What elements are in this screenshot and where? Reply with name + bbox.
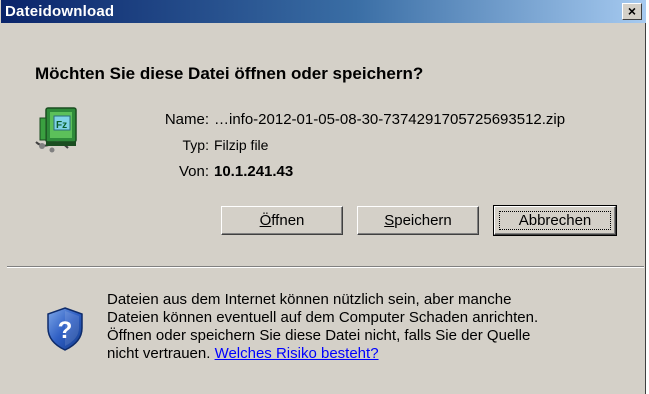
file-name-label: Name: <box>164 111 209 128</box>
shield-question-icon: ? <box>47 307 83 351</box>
focus-rectangle <box>499 211 611 230</box>
save-button-label: peichern <box>394 212 452 229</box>
close-button[interactable]: × <box>622 3 642 20</box>
file-name-row: Name: …info-2012-01-05-08-30-73742917057… <box>1 111 646 131</box>
open-button[interactable]: Öffnen <box>221 206 343 235</box>
save-button-accel: S <box>384 212 395 229</box>
dialog-question: Möchten Sie diese Datei öffnen oder spei… <box>35 64 424 83</box>
warning-line-4-row: nicht vertrauen. Welches Risiko besteht? <box>107 345 637 363</box>
save-button[interactable]: Speichern <box>357 206 479 235</box>
file-name-value: …info-2012-01-05-08-30-73742917057256935… <box>214 111 566 128</box>
file-download-dialog: Dateidownload × Möchten Sie diese Datei … <box>0 0 646 394</box>
file-type-row: Typ: Filzip file <box>1 137 646 157</box>
separator-highlight <box>7 267 644 268</box>
risk-info-link[interactable]: Welches Risiko besteht? <box>215 345 379 362</box>
warning-line-2: Dateien können eventuell auf dem Compute… <box>107 309 539 326</box>
file-type-value: Filzip file <box>214 137 269 153</box>
open-button-label: ffnen <box>271 212 305 229</box>
cancel-button[interactable]: Abbrechen <box>493 205 617 236</box>
warning-line-1: Dateien aus dem Internet können nützlich… <box>107 291 512 308</box>
window-title: Dateidownload <box>5 3 115 20</box>
close-icon: × <box>627 3 637 19</box>
warning-line-4: nicht vertrauen. <box>107 345 211 362</box>
file-source-label: Von: <box>178 163 209 180</box>
file-source-value: 10.1.241.43 <box>214 163 294 180</box>
title-bar[interactable]: Dateidownload × <box>1 0 646 23</box>
open-button-accel: Ö <box>259 212 272 229</box>
svg-text:?: ? <box>58 317 73 344</box>
file-source-row: Von: 10.1.241.43 <box>1 163 646 183</box>
security-warning: Dateien aus dem Internet können nützlich… <box>107 291 637 363</box>
warning-line-3: Öffnen oder speichern Sie diese Datei ni… <box>107 327 531 344</box>
file-type-label: Typ: <box>182 137 209 153</box>
